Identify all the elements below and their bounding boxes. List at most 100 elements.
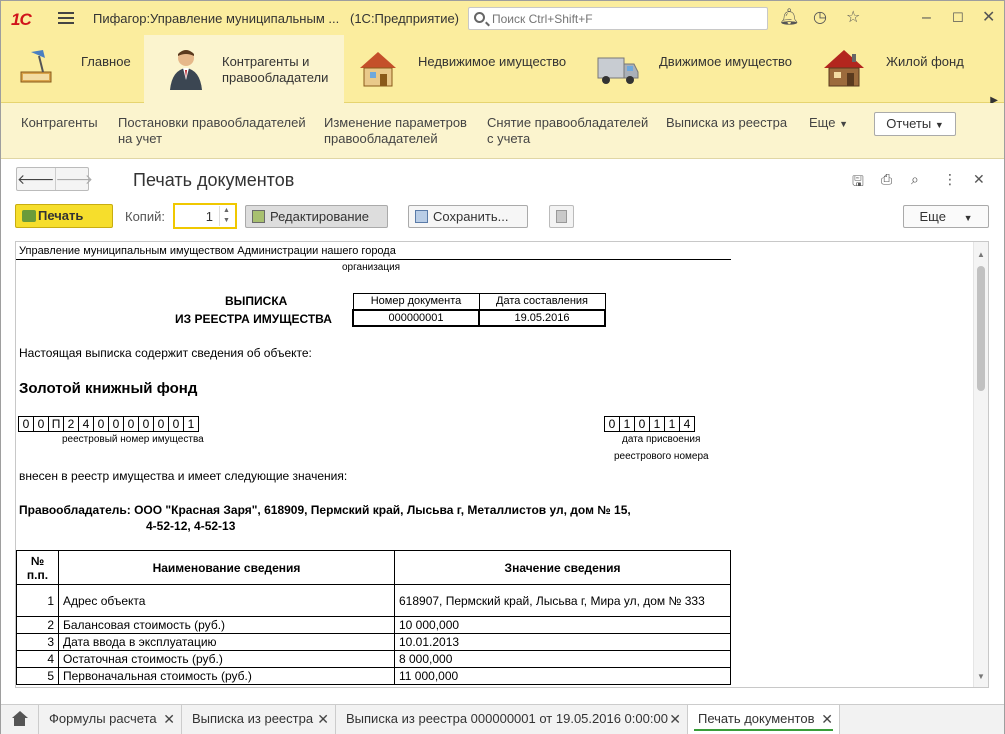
search-icon (474, 12, 485, 23)
close-tab-icon[interactable]: ✕ (669, 705, 681, 733)
tab-registry-extract-doc[interactable]: Выписка из реестра 000000001 от 19.05.20… (336, 705, 688, 734)
owner-line-1: Правообладатель: ООО "Красная Заря", 618… (19, 503, 631, 517)
reg-number-caption: реестровый номер имущества (62, 434, 204, 445)
print-icon (22, 210, 36, 222)
row-num: 5 (16, 667, 59, 685)
section-real-estate[interactable]: Недвижимое имущество (344, 35, 584, 103)
row-name: Первоначальная стоимость (руб.) (58, 667, 395, 685)
save-file-button[interactable]: Сохранить... (408, 205, 528, 228)
section-label: Контрагенты и правообладатели (222, 54, 329, 85)
history-icon[interactable]: ◷ (813, 8, 827, 28)
spreadsheet-document[interactable]: Управление муниципальным имуществом Адми… (15, 241, 989, 688)
edit-toggle-button[interactable]: Редактирование (245, 205, 388, 228)
more-button[interactable]: Еще ▼ (903, 205, 989, 228)
menu-icon[interactable] (58, 12, 74, 24)
print-button[interactable]: Печать (15, 204, 113, 228)
command-deregistration[interactable]: Снятие правообладателей с учета (487, 115, 652, 147)
command-more[interactable]: Еще ▼ (809, 115, 848, 132)
save-icon[interactable]: 🖫 (852, 171, 864, 195)
command-parameter-changes[interactable]: Изменение параметров правообладателей (324, 115, 474, 147)
registered-text: внесен в реестр имущества и имеет следую… (19, 469, 348, 483)
house-icon (360, 52, 396, 87)
row-num: 1 (16, 584, 59, 617)
row-name: Адрес объекта (58, 584, 395, 617)
command-registry-extract[interactable]: Выписка из реестра (666, 115, 787, 131)
edit-icon (252, 210, 265, 223)
table-row: 3 Дата ввода в эксплуатацию 10.01.2013 (16, 633, 731, 651)
close-tab-icon[interactable]: ✕ (317, 705, 329, 733)
command-counterparties[interactable]: Контрагенты (21, 115, 98, 131)
reg-date-cell: 1 (649, 416, 665, 432)
copies-stepper[interactable]: ▲ ▼ (219, 206, 233, 226)
doc-date: 19.05.2016 (478, 308, 606, 327)
tab-label: Печать документов (698, 711, 815, 726)
doc-meta-table: Номер документа Дата составления 0000000… (352, 293, 606, 327)
vertical-scrollbar[interactable]: ▲ ▼ (973, 242, 988, 687)
page-preview-icon (556, 210, 567, 223)
copies-field[interactable]: ▲▼ (173, 203, 237, 229)
reg-date-cell: 1 (664, 416, 680, 432)
reg-date-cells: 0 1 0 1 1 4 (604, 416, 695, 432)
tab-label: Выписка из реестра 000000001 от 19.05.20… (346, 711, 668, 726)
tab-registry-extract-list[interactable]: Выписка из реестра ✕ (182, 705, 336, 734)
close-tab-icon[interactable]: ✕ (163, 705, 175, 733)
scroll-down-icon[interactable]: ▼ (977, 672, 985, 681)
back-arrow-icon[interactable]: 🡐 (17, 168, 55, 190)
table-row: 5 Первоначальная стоимость (руб.) 11 000… (16, 667, 731, 685)
table-row: 4 Остаточная стоимость (руб.) 8 000,000 (16, 650, 731, 668)
scroll-up-icon[interactable]: ▲ (977, 250, 985, 259)
org-name: Управление муниципальным имуществом Адми… (19, 245, 396, 257)
forward-arrow-icon[interactable]: 🡒 (54, 168, 93, 190)
minimize-icon[interactable]: – (922, 8, 931, 28)
search-box[interactable] (468, 7, 768, 30)
sections-panel: Главное Контрагенты и правообладатели Не… (1, 35, 1004, 106)
print-label: Печать (38, 208, 84, 223)
close-tab-icon[interactable]: ✕ (821, 705, 833, 733)
reg-number-cell: 0 (93, 416, 109, 432)
chevron-down-icon: ▼ (839, 119, 848, 129)
heading-line-1: ВЫПИСКА (225, 294, 288, 308)
open-windows-bar: Формулы расчета ✕ Выписка из реестра ✕ Вып… (1, 704, 1004, 734)
person-icon (170, 50, 202, 90)
section-counterparties[interactable]: Контрагенты и правообладатели (144, 35, 344, 103)
floppy-icon (415, 210, 428, 223)
section-label: Жилой фонд (886, 54, 964, 69)
section-main[interactable]: Главное (1, 35, 144, 103)
home-icon[interactable] (1, 705, 39, 734)
search-input[interactable] (490, 10, 760, 27)
preview-button[interactable] (549, 205, 574, 228)
reg-number-cell: 0 (153, 416, 169, 432)
close-icon[interactable]: ✕ (982, 8, 995, 28)
1c-logo: 1С (11, 10, 32, 29)
row-num: 3 (16, 633, 59, 651)
copies-input[interactable] (175, 207, 215, 225)
row-name: Балансовая стоимость (руб.) (58, 616, 395, 634)
maximize-icon[interactable]: ☐ (952, 8, 964, 28)
more-options-icon[interactable]: ⋮ (943, 171, 957, 188)
bell-icon[interactable]: 🔔︎ (779, 8, 799, 28)
section-housing[interactable]: Жилой фонд (808, 35, 978, 103)
document-page: Управление муниципальным имуществом Адми… (16, 242, 976, 687)
reg-number-cell: 2 (63, 416, 79, 432)
tab-formulas[interactable]: Формулы расчета ✕ (39, 705, 182, 734)
reg-date-cell: 0 (634, 416, 650, 432)
section-movable-property[interactable]: Движимое имущество (584, 35, 808, 103)
details-table: № п.п. Наименование сведения Значение св… (16, 550, 731, 685)
chevron-down-icon: ▼ (963, 213, 973, 223)
command-registrations[interactable]: Постановки правообладателей на учет (118, 115, 308, 147)
section-label: Недвижимое имущество (418, 54, 567, 69)
tab-label: Формулы расчета (49, 711, 157, 726)
table-header-row: № п.п. Наименование сведения Значение св… (16, 550, 731, 585)
scrollbar-thumb[interactable] (977, 266, 985, 391)
preview-icon[interactable]: ⌕ (911, 171, 919, 188)
reg-number-cells: 0 0 П 2 4 0 0 0 0 0 0 1 (18, 416, 199, 432)
org-caption: организация (342, 262, 401, 273)
reg-date-cell: 1 (619, 416, 635, 432)
row-num: 4 (16, 650, 59, 668)
printer-icon[interactable]: ⎙ (881, 171, 892, 188)
row-num: 2 (16, 616, 59, 634)
reports-button[interactable]: Отчеты ▼ (874, 112, 956, 136)
close-form-icon[interactable]: ✕ (973, 171, 985, 188)
tab-print-documents[interactable]: Печать документов ✕ (688, 705, 840, 734)
star-icon[interactable]: ☆ (846, 8, 860, 28)
